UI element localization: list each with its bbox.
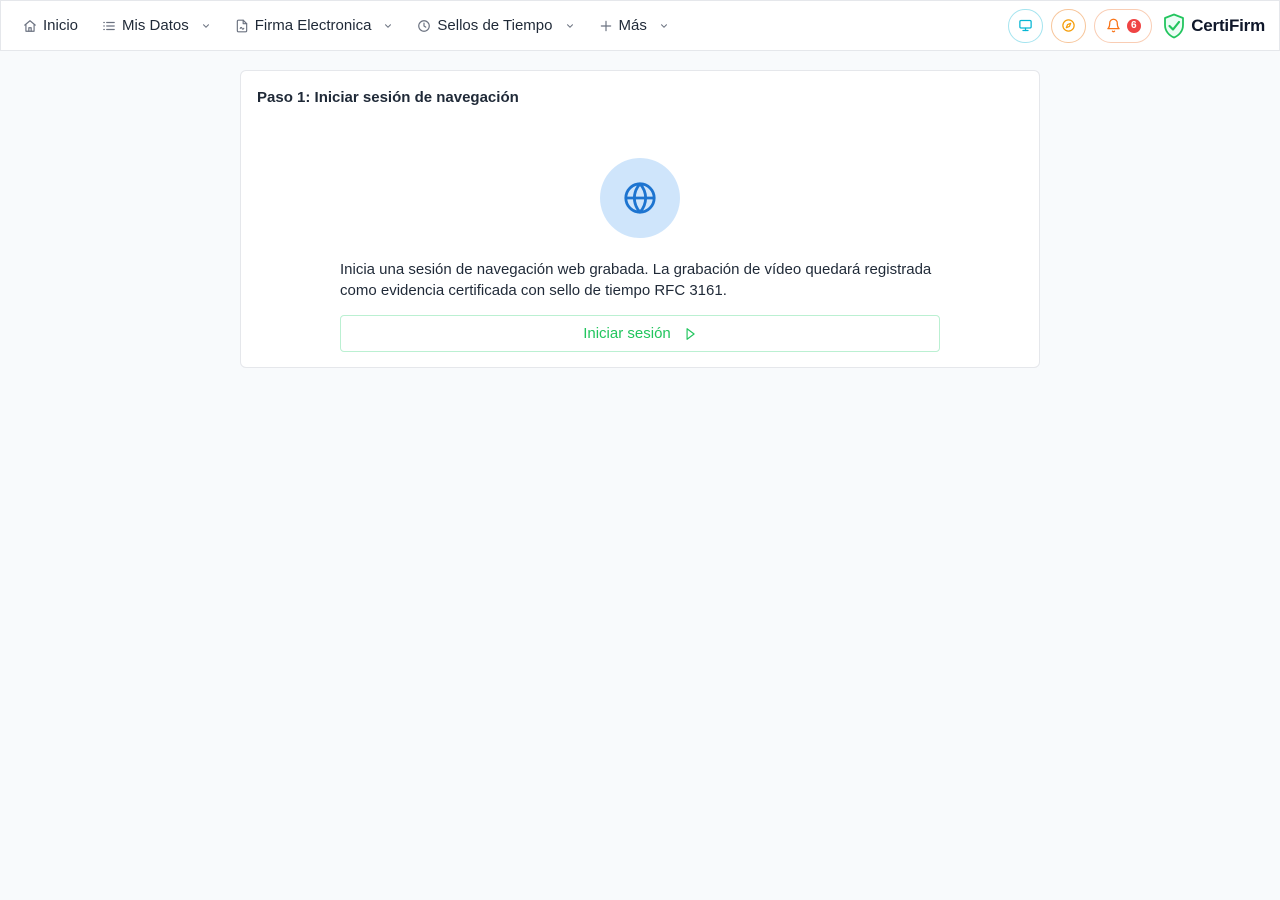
notification-count-badge: 6 xyxy=(1126,18,1141,33)
step-card: Paso 1: Iniciar sesión de navegación Ini… xyxy=(240,70,1040,368)
start-session-button[interactable]: Iniciar sesión xyxy=(340,315,940,352)
notifications-button[interactable]: 6 xyxy=(1094,8,1153,43)
monitor-icon xyxy=(1019,19,1032,32)
compass-icon xyxy=(1062,19,1075,32)
top-navbar: Inicio Mis Datos Firma Electronica Sello… xyxy=(0,0,1280,51)
nav-item-inicio[interactable]: Inicio xyxy=(11,9,90,43)
nav-item-mas[interactable]: Más xyxy=(587,9,681,43)
compass-button[interactable] xyxy=(1051,8,1087,43)
list-icon xyxy=(102,19,116,33)
home-icon xyxy=(23,19,37,33)
start-session-label: Iniciar sesión xyxy=(583,325,671,342)
bell-icon xyxy=(1106,18,1120,33)
header-actions: 6 CertiFirm xyxy=(1008,8,1265,43)
nav-item-firma-electronica[interactable]: Firma Electronica xyxy=(223,9,406,43)
shield-check-icon xyxy=(1164,13,1185,38)
nav-item-label: Más xyxy=(618,17,647,34)
file-signature-icon xyxy=(235,19,249,33)
brand-name: CertiFirm xyxy=(1191,15,1265,35)
main-nav: Inicio Mis Datos Firma Electronica Sello… xyxy=(11,1,681,50)
nav-item-label: Inicio xyxy=(43,17,79,34)
brand-logo[interactable]: CertiFirm xyxy=(1162,13,1265,39)
plus-icon xyxy=(599,19,613,33)
chevron-down-icon xyxy=(565,21,575,31)
card-title: Paso 1: Iniciar sesión de navegación xyxy=(257,89,519,106)
chevron-down-icon xyxy=(201,21,211,31)
card-description: Inicia una sesión de navegación web grab… xyxy=(340,261,932,299)
play-icon xyxy=(686,327,695,340)
chevron-down-icon xyxy=(383,21,393,31)
nav-item-label: Firma Electronica xyxy=(254,17,372,34)
nav-item-sellos-de-tiempo[interactable]: Sellos de Tiempo xyxy=(405,9,586,43)
clock-icon xyxy=(417,19,431,33)
nav-item-label: Mis Datos xyxy=(122,17,189,34)
monitor-button[interactable] xyxy=(1008,8,1044,43)
nav-item-mis-datos[interactable]: Mis Datos xyxy=(90,9,223,43)
nav-item-label: Sellos de Tiempo xyxy=(437,17,553,34)
chevron-down-icon xyxy=(659,21,669,31)
globe-icon xyxy=(624,182,656,214)
globe-badge xyxy=(600,158,680,238)
